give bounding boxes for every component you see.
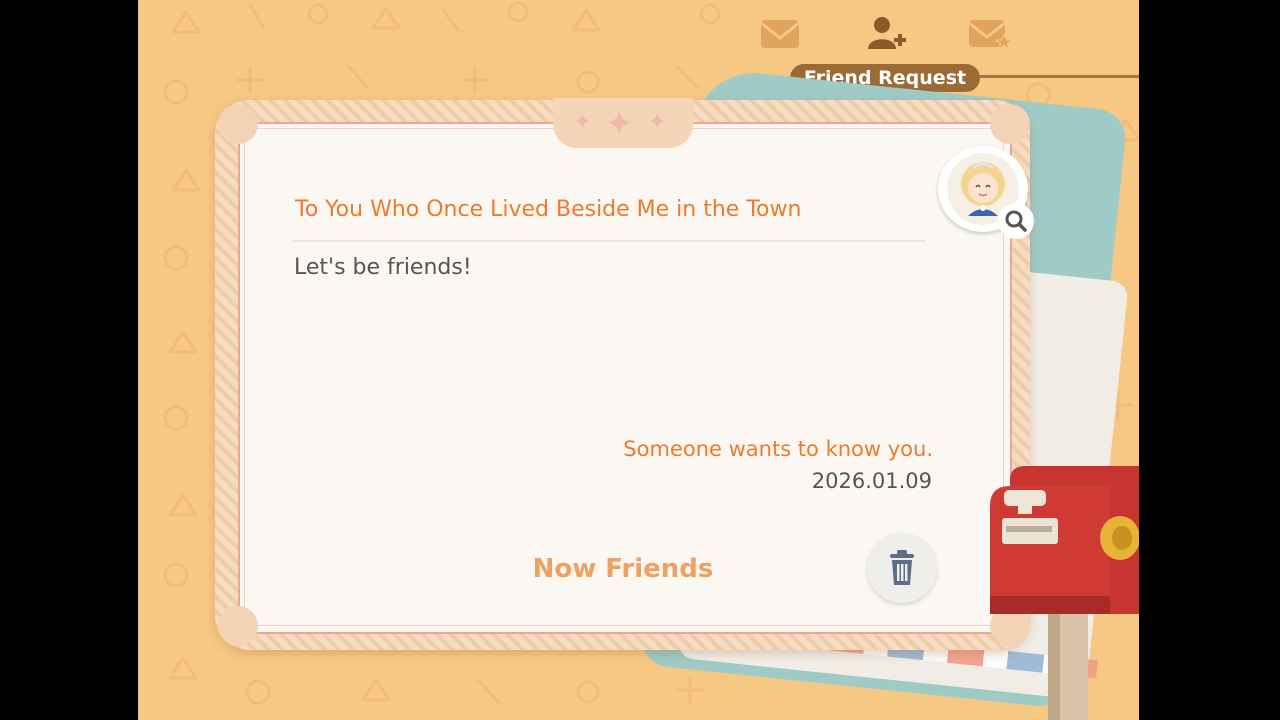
corner-notch bbox=[218, 104, 258, 144]
mailbox-illustration bbox=[990, 466, 1139, 720]
title-divider bbox=[293, 240, 926, 242]
letter-message: Let's be friends! bbox=[294, 255, 472, 280]
corner-notch bbox=[990, 104, 1030, 144]
friend-status-label: Now Friends bbox=[532, 554, 714, 584]
tab-underline bbox=[978, 75, 1139, 78]
starred-mail-icon bbox=[968, 20, 1014, 51]
search-icon bbox=[1005, 210, 1027, 232]
sparkle-icon: ✦ bbox=[573, 110, 592, 135]
view-profile-button[interactable] bbox=[998, 203, 1034, 239]
letter-title: To You Who Once Lived Beside Me in the T… bbox=[295, 197, 802, 222]
tab-starred-mail[interactable] bbox=[966, 14, 1014, 52]
delete-button[interactable] bbox=[867, 533, 937, 603]
mail-icon bbox=[760, 20, 800, 48]
sparkle-icon: ✦ bbox=[648, 110, 667, 135]
letter-date: 2026.01.09 bbox=[811, 469, 932, 493]
sparkle-icon: ✦ bbox=[605, 104, 634, 144]
tab-friend-request[interactable] bbox=[864, 14, 908, 52]
corner-notch bbox=[218, 606, 258, 646]
tab-inbox[interactable] bbox=[758, 14, 802, 52]
trash-icon bbox=[890, 550, 914, 585]
add-friend-icon bbox=[868, 17, 906, 49]
letter-signature: Someone wants to know you. bbox=[623, 437, 933, 461]
game-screen: Friend Request ✦ ✦ ✦ To You Who Once Liv… bbox=[138, 0, 1139, 720]
